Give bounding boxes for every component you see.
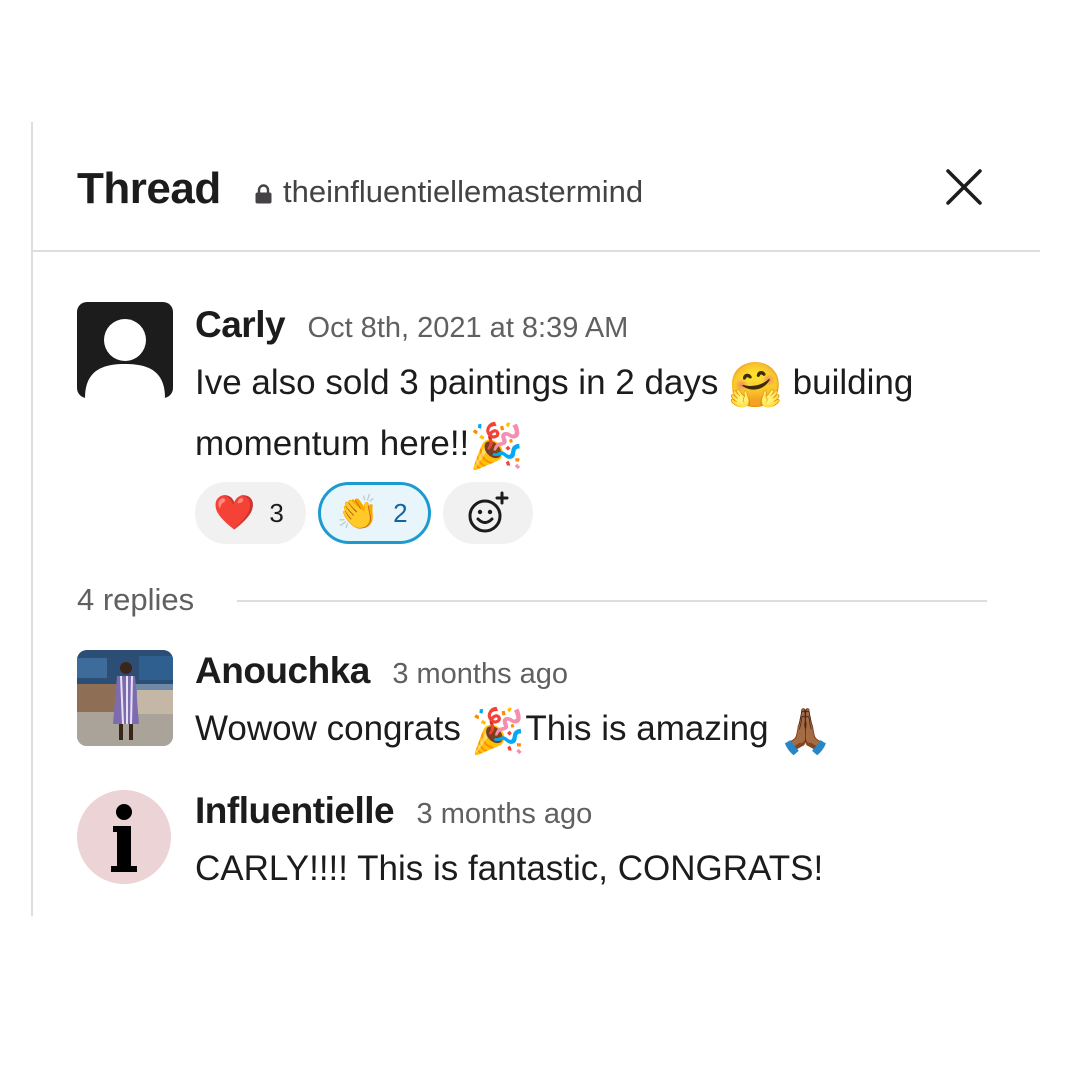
divider-line: [237, 600, 987, 602]
clapping-hands-emoji: 👏: [336, 493, 380, 533]
author-name[interactable]: Anouchka: [195, 650, 370, 691]
author-name[interactable]: Carly: [195, 304, 286, 345]
avatar[interactable]: [77, 302, 173, 398]
avatar[interactable]: [77, 650, 173, 746]
author-name[interactable]: Influentielle: [195, 790, 395, 831]
message-text-start: Wowow congrats: [195, 709, 461, 748]
folded-hands-emoji: 🙏🏾: [778, 706, 834, 757]
thread-header: Thread theinfluentiellemastermind: [33, 122, 1040, 252]
replies-divider: 4 replies: [77, 582, 987, 622]
message-text-line2: momentum here!!: [195, 424, 470, 463]
message-timestamp[interactable]: 3 months ago: [417, 798, 593, 830]
hugging-face-emoji: 🤗: [728, 360, 783, 411]
heart-emoji: ❤️: [213, 493, 256, 533]
reply-message: Influentielle 3 months ago CARLY!!!! Thi…: [77, 790, 1007, 900]
message-timestamp[interactable]: Oct 8th, 2021 at 8:39 AM: [308, 312, 629, 344]
reaction-count: 2: [393, 497, 408, 528]
avatar[interactable]: [77, 790, 171, 884]
replies-count: 4 replies: [77, 582, 195, 617]
message-text-line1-end: building: [792, 363, 914, 402]
reaction-clap[interactable]: 👏 2: [317, 482, 431, 544]
message-text: CARLY!!!! This is fantastic, CONGRATS!: [195, 849, 824, 888]
reaction-count: 3: [269, 497, 284, 528]
message-timestamp[interactable]: 3 months ago: [392, 658, 568, 690]
default-avatar-icon: [85, 319, 165, 398]
reaction-heart[interactable]: ❤️ 3: [195, 482, 306, 544]
add-emoji-icon: [468, 491, 509, 533]
close-icon[interactable]: [943, 166, 985, 208]
parent-message: Carly Oct 8th, 2021 at 8:39 AM Ive also …: [77, 302, 1007, 552]
message-text: Wowow congrats 🎉This is amazing 🙏🏾: [195, 700, 833, 761]
message-text-line1: Ive also sold 3 paintings in 2 days: [195, 363, 719, 402]
message-text: Ive also sold 3 paintings in 2 days 🤗 bu…: [195, 354, 913, 476]
party-popper-emoji: 🎉: [469, 421, 525, 472]
thread-title: Thread: [77, 164, 221, 213]
party-popper-emoji: 🎉: [470, 706, 526, 757]
user-photo: [77, 650, 173, 746]
reactions-bar: ❤️ 3 👏 2: [195, 482, 533, 544]
lock-icon: [255, 184, 272, 204]
message-text-end: This is amazing: [525, 709, 769, 748]
channel-name[interactable]: theinfluentiellemastermind: [283, 174, 643, 210]
reply-message: Anouchka 3 months ago Wowow congrats 🎉Th…: [77, 650, 1007, 760]
add-reaction-button[interactable]: [442, 482, 533, 544]
influentielle-logo: [111, 804, 137, 872]
